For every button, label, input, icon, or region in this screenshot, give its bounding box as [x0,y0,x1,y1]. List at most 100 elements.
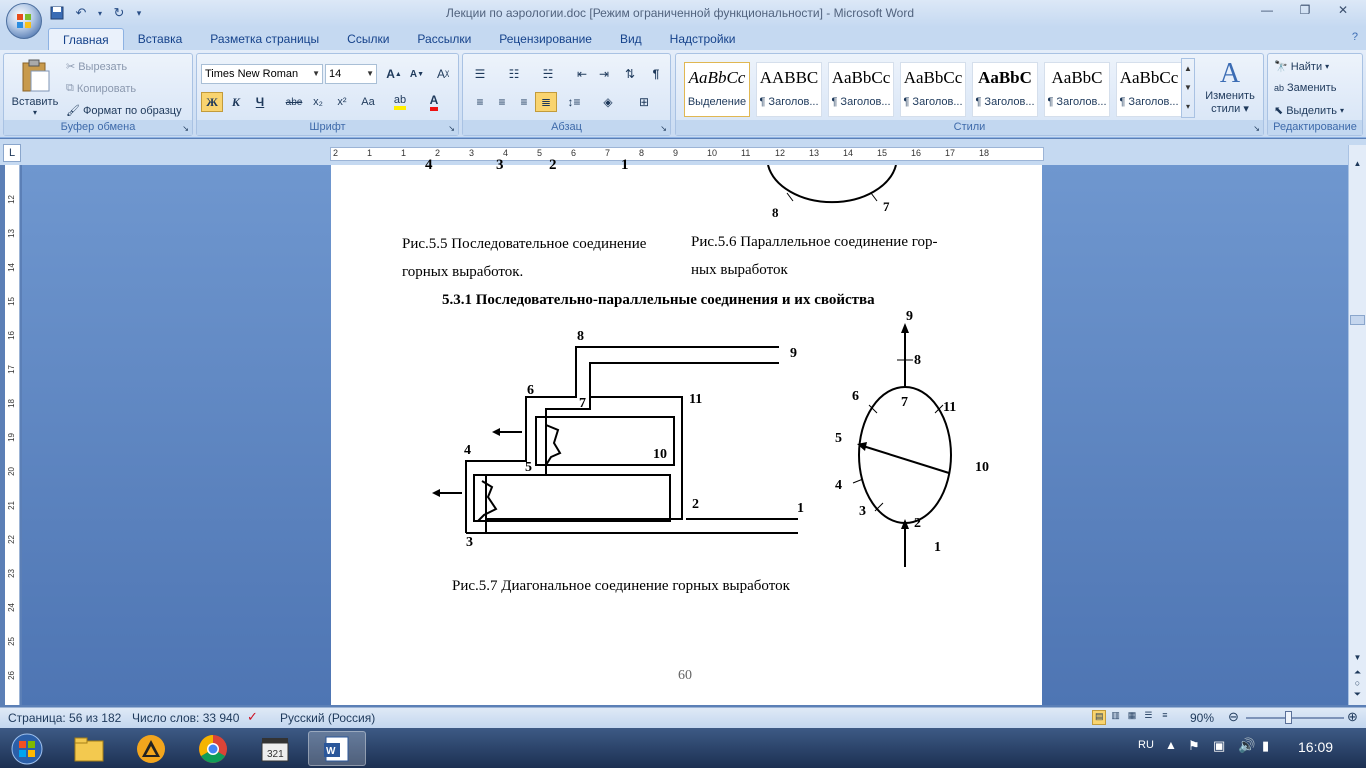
line-spacing-button[interactable]: ↕≡ [563,92,585,112]
scroll-down-icon[interactable]: ▼ [1350,653,1365,665]
replace-button[interactable]: ab Заменить [1274,82,1336,94]
zoom-slider[interactable] [1246,717,1344,719]
style-tile[interactable]: AaBbCc ¶ Заголов... [828,62,894,117]
align-left-button[interactable]: ≡ [469,92,491,112]
style-tile[interactable]: AaBbCc Выделение [684,62,750,117]
find-button[interactable]: 🔭 Найти ▾ [1274,60,1329,74]
start-button[interactable] [0,731,54,766]
dialog-launcher-icon[interactable]: ↘ [448,124,455,133]
style-tile[interactable]: AaBbC ¶ Заголов... [972,62,1038,117]
select-button[interactable]: ⬉ Выделить ▾ [1274,104,1344,118]
multilevel-list-button[interactable]: ☵ [537,64,559,84]
keyboard-language[interactable]: RU [1138,739,1154,751]
aimp-taskbar-button[interactable] [122,731,180,766]
battery-icon[interactable]: ▮ [1262,738,1269,754]
gallery-scroll[interactable]: ▲ ▼ ▾ [1181,58,1195,118]
strikethrough-button[interactable]: abe [283,92,305,112]
undo-dropdown-icon[interactable]: ▾ [96,4,104,22]
dialog-launcher-icon[interactable]: ↘ [182,124,189,133]
zoom-in-icon[interactable]: ⊕ [1347,709,1358,725]
style-tile[interactable]: AABBC ¶ Заголов... [756,62,822,117]
increase-indent-button[interactable]: ⇥ [593,64,615,84]
proofing-icon[interactable]: ✓ [247,709,258,725]
network-icon[interactable]: ▣ [1213,738,1225,754]
font-color-button[interactable]: A [423,92,445,112]
style-tile[interactable]: AaBbC ¶ Заголов... [1044,62,1110,117]
undo-icon[interactable]: ↶ [72,4,90,22]
media-classic-taskbar-button[interactable]: 321 [246,731,304,766]
clear-formatting-button[interactable]: Aᵡ [432,64,454,84]
show-marks-button[interactable]: ¶ [645,64,667,84]
align-center-button[interactable]: ≡ [491,92,513,112]
style-tile[interactable]: AaBbCc ¶ Заголов... [900,62,966,117]
web-layout-icon[interactable]: ▦ [1125,710,1139,725]
next-page-icon[interactable]: ⏷ [1350,689,1365,701]
zoom-slider-thumb[interactable] [1285,711,1292,724]
close-button[interactable]: ✕ [1324,0,1362,20]
italic-button[interactable]: К [225,92,247,112]
align-right-button[interactable]: ≡ [513,92,535,112]
numbering-button[interactable]: ☷ [503,64,525,84]
bold-button[interactable]: Ж [201,92,223,112]
save-icon[interactable] [48,4,66,22]
draft-icon[interactable]: ≡ [1158,710,1172,725]
format-painter-button[interactable]: 🖌 Формат по образцу [66,104,182,118]
word-taskbar-button[interactable]: W [308,731,366,766]
help-icon[interactable]: ? [1352,31,1358,43]
paste-button[interactable]: Вставить ▾ [8,57,62,119]
word-count[interactable]: Число слов: 33 940 [132,711,239,725]
scroll-thumb[interactable] [1350,315,1365,325]
flag-icon[interactable]: ⚑ [1188,738,1200,754]
highlight-button[interactable]: ab [389,92,411,112]
tab-home[interactable]: Главная [48,28,124,50]
minimize-button[interactable]: — [1248,0,1286,20]
volume-icon[interactable]: 🔊 [1238,737,1255,754]
chrome-taskbar-button[interactable] [184,731,242,766]
dialog-launcher-icon[interactable]: ↘ [660,124,667,133]
full-screen-reading-icon[interactable]: ▥ [1108,710,1122,725]
font-size-select[interactable]: 14 ▼ [325,64,377,84]
office-button[interactable] [6,3,42,39]
clock[interactable]: 16:09 [1298,739,1333,755]
subscript-button[interactable]: x₂ [307,92,329,112]
print-layout-icon[interactable]: ▤ [1092,710,1107,725]
change-case-button[interactable]: Aa [357,92,379,112]
tab-page-layout[interactable]: Разметка страницы [196,28,333,50]
tab-view[interactable]: Вид [606,28,656,50]
grow-font-button[interactable]: A ▲ [383,64,405,84]
vertical-ruler[interactable]: 12 13 14 15 16 17 18 19 20 21 22 23 24 25 26 [5,165,20,705]
sort-button[interactable]: ⇅ [619,64,641,84]
page-indicator[interactable]: Страница: 56 из 182 [8,711,121,725]
dialog-launcher-icon[interactable]: ↘ [1253,124,1260,133]
bullets-button[interactable]: ☰ [469,64,491,84]
shading-button[interactable]: ◈ [597,92,619,112]
document-page[interactable]: 4 3 2 1 8 7 Рис.5.5 Последовательное сое… [331,157,1042,705]
tab-mailings[interactable]: Рассылки [403,28,485,50]
language-indicator[interactable]: Русский (Россия) [280,711,375,725]
maximize-button[interactable]: ❐ [1286,0,1324,20]
copy-button[interactable]: ⧉ Копировать [66,82,136,95]
shrink-font-button[interactable]: A ▼ [406,64,428,84]
horizontal-ruler[interactable]: 2 1 1 2 3 4 5 6 7 8 9 10 11 12 13 14 15 16 17 18 [330,147,1044,161]
underline-button[interactable]: Ч [249,92,271,112]
zoom-out-icon[interactable]: ⊖ [1228,709,1239,725]
cut-button[interactable]: ✂ Вырезать [66,60,127,74]
tab-insert[interactable]: Вставка [124,28,197,50]
tab-references[interactable]: Ссылки [333,28,403,50]
borders-button[interactable]: ⊞ [633,92,655,112]
redo-icon[interactable]: ↻ [110,4,128,22]
style-tile[interactable]: AaBbCc ¶ Заголов... [1116,62,1182,117]
tab-review[interactable]: Рецензирование [485,28,606,50]
font-name-select[interactable]: Times New Roman ▼ [201,64,323,84]
tab-selector[interactable]: L [3,144,21,162]
zoom-level[interactable]: 90% [1190,711,1214,725]
outline-icon[interactable]: ☰ [1141,710,1155,725]
scroll-up-icon[interactable]: ▲ [1350,159,1365,173]
tab-addins[interactable]: Надстройки [656,28,750,50]
decrease-indent-button[interactable]: ⇤ [571,64,593,84]
show-hidden-icons-icon[interactable]: ▲ [1165,738,1177,752]
change-styles-button[interactable]: A Изменить стили ▾ [1200,58,1260,115]
customize-qat-icon[interactable]: ▾ [134,4,144,22]
justify-button[interactable]: ≣ [535,92,557,112]
superscript-button[interactable]: x² [331,92,353,112]
